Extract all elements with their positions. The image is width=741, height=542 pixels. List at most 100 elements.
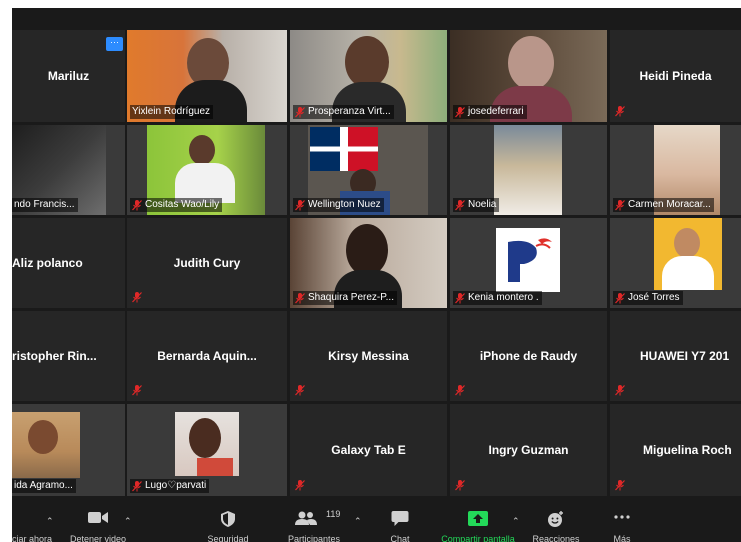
mic-muted-icon — [455, 385, 465, 396]
share-screen-label: Compartir pantalla — [441, 534, 515, 542]
mic-muted-icon — [132, 385, 142, 396]
mic-muted-icon — [295, 292, 305, 304]
mic-muted-icon — [455, 106, 465, 118]
chat-bubble-icon — [391, 511, 409, 526]
participant-tile-video[interactable]: Lugo♡parvati — [127, 404, 287, 496]
participant-label: Wellington Nuez — [293, 198, 384, 212]
participant-label: Yixlein Rodríguez — [130, 105, 214, 119]
share-options-caret[interactable]: ⌃ — [512, 516, 520, 527]
participant-tile-video[interactable]: Wellington Nuez — [290, 125, 447, 215]
participant-tile-video[interactable]: Prosperanza Virt... — [290, 30, 447, 122]
participant-name: Aliz polanco — [12, 256, 83, 270]
more-dots-icon — [614, 515, 630, 519]
participant-tile[interactable]: Bernarda Aquin... — [127, 311, 287, 401]
participants-label: Participantes — [287, 534, 341, 542]
participant-label: Prosperanza Virt... — [293, 105, 394, 119]
more-button[interactable]: Más — [608, 502, 636, 542]
participant-name: Heidi Pineda — [639, 69, 712, 83]
participant-tile-video[interactable]: Shaquira Perez-P... — [290, 218, 447, 308]
participant-tile-video[interactable]: Noelia — [450, 125, 607, 215]
participant-name: Prosperanza Virt... — [308, 106, 391, 117]
participant-name: Judith Cury — [173, 256, 241, 270]
participant-tile-video[interactable]: Kenia montero . — [450, 218, 607, 308]
person-body — [197, 458, 233, 476]
more-label: Más — [613, 534, 631, 542]
person-silhouette — [345, 36, 389, 88]
participant-name: Bernarda Aquin... — [157, 349, 257, 363]
participant-name: Lugo♡parvati — [145, 480, 207, 491]
profile-logo — [496, 228, 560, 292]
mic-muted-icon — [615, 480, 625, 491]
participants-button[interactable]: 119 Participantes — [282, 502, 346, 542]
more-options-button[interactable]: ··· — [106, 37, 123, 51]
participant-name: José Torres — [628, 292, 680, 303]
reactions-label: Reacciones — [532, 534, 580, 542]
video-options-caret[interactable]: ⌃ — [124, 516, 132, 527]
security-label: Seguridad — [207, 534, 249, 542]
participant-tile-video[interactable]: ida Agramo... — [12, 404, 125, 496]
logo-icon — [508, 238, 552, 282]
participant-tile-video[interactable]: Carmen Moracar... — [610, 125, 741, 215]
mic-muted-icon — [295, 199, 305, 211]
share-screen-button[interactable]: Compartir pantalla — [436, 502, 520, 542]
participant-label: Carmen Moracar... — [613, 198, 714, 212]
mic-muted-icon — [295, 385, 305, 396]
participant-tile[interactable]: HUAWEI Y7 201 — [610, 311, 741, 401]
meeting-toolbar: ciar ahora ⌃ Detener video ⌃ Seguridad 1… — [12, 502, 741, 542]
participant-name: iPhone de Raudy — [479, 349, 578, 363]
flag-image — [310, 127, 378, 171]
participant-label: josedeferrari — [453, 105, 527, 119]
mic-muted-icon — [615, 106, 625, 117]
participant-name: josedeferrari — [468, 106, 524, 117]
mic-muted-icon — [132, 480, 142, 492]
participant-tile-video[interactable]: josedeferrari — [450, 30, 607, 122]
mic-muted-icon — [295, 106, 305, 118]
participants-icon — [295, 511, 317, 525]
audio-options-caret[interactable]: ⌃ — [46, 516, 54, 527]
participant-name: Carmen Moracar... — [628, 199, 711, 210]
participant-name: Yixlein Rodríguez — [132, 106, 211, 117]
person-silhouette — [674, 228, 700, 258]
participant-tile[interactable]: iPhone de Raudy — [450, 311, 607, 401]
video-button[interactable]: Detener video — [66, 502, 130, 542]
participant-label: Lugo♡parvati — [130, 479, 210, 493]
participant-name: HUAWEI Y7 201 — [640, 349, 730, 363]
participant-label: Kenia montero . — [453, 291, 542, 305]
participant-tile-video[interactable]: Yixlein Rodríguez — [127, 30, 287, 122]
mic-muted-icon — [455, 480, 465, 491]
person-silhouette — [28, 420, 58, 454]
participant-name: Kenia montero . — [468, 292, 539, 303]
participants-options-caret[interactable]: ⌃ — [354, 516, 362, 527]
participant-label: Shaquira Perez-P... — [293, 291, 397, 305]
mic-muted-icon — [615, 385, 625, 396]
person-body — [175, 163, 235, 203]
participant-tile[interactable]: Heidi Pineda — [610, 30, 741, 122]
participant-name: Wellington Nuez — [308, 199, 381, 210]
mic-muted-icon — [132, 292, 142, 303]
participant-tile[interactable]: ristopher Rin... — [12, 311, 125, 401]
participant-tile[interactable]: Miguelina Roch — [610, 404, 741, 496]
participant-tile[interactable]: Judith Cury — [127, 218, 287, 308]
participant-tile[interactable]: Aliz polanco — [12, 218, 125, 308]
participant-tile-video[interactable]: José Torres — [610, 218, 741, 308]
video-label: Detener video — [69, 534, 127, 542]
chat-button[interactable]: Chat — [380, 502, 420, 542]
participant-tile[interactable]: Ingry Guzman — [450, 404, 607, 496]
mic-muted-icon — [615, 199, 625, 211]
mic-muted-icon — [295, 480, 305, 491]
person-silhouette — [508, 36, 554, 90]
mic-muted-icon — [132, 199, 142, 211]
chat-label: Chat — [390, 534, 410, 542]
video-camera-icon — [88, 512, 108, 523]
video-feed — [494, 125, 562, 215]
security-button[interactable]: Seguridad — [198, 502, 258, 542]
participant-tile[interactable]: Galaxy Tab E — [290, 404, 447, 496]
participant-name: Miguelina Roch — [643, 443, 732, 457]
participant-label: ndo Francis... — [12, 198, 78, 212]
reactions-button[interactable]: Reacciones — [528, 502, 584, 542]
participant-name: ida Agramo... — [14, 480, 73, 491]
participant-name: Cositas Wao/Lily — [145, 199, 220, 210]
participant-tile-video[interactable]: Cositas Wao/Lily — [127, 125, 287, 215]
participant-tile-video[interactable]: ndo Francis... — [12, 125, 125, 215]
participant-tile[interactable]: Kirsy Messina — [290, 311, 447, 401]
